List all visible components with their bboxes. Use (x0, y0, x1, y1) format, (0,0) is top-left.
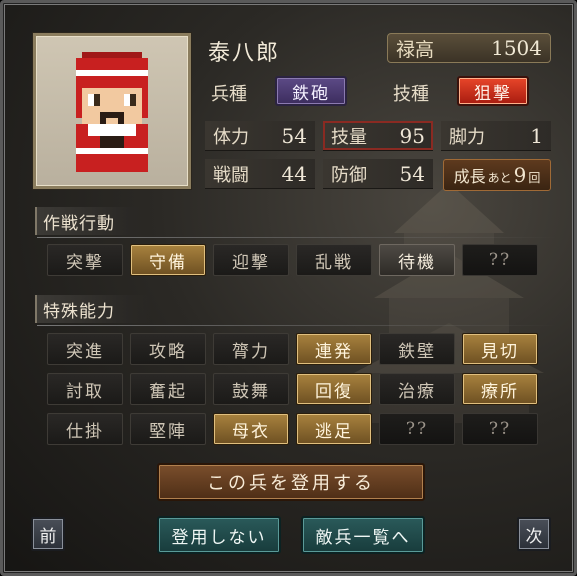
stat-stamina-value: 54 (281, 123, 307, 148)
prev-button[interactable]: 前 (31, 517, 65, 551)
tactics-section-title: 作戦行動 (35, 207, 557, 238)
stat-legs: 脚力 1 (441, 121, 551, 151)
ability-kaifuku[interactable]: 回復 (296, 373, 372, 405)
growth-label: 成長 (453, 167, 486, 186)
stat-defense-label: 防御 (331, 164, 367, 186)
unit-portrait (33, 33, 191, 189)
ability-renpatsu[interactable]: 連発 (296, 333, 372, 365)
ability-kenjin[interactable]: 堅陣 (130, 413, 206, 445)
ability-mikiri[interactable]: 見切 (462, 333, 538, 365)
troop-type-label: 兵種 (211, 84, 247, 105)
abilities-section-title: 特殊能力 (35, 295, 557, 326)
stat-stamina-label: 体力 (213, 126, 249, 148)
troop-type-badge: 鉄砲 (275, 76, 347, 106)
growth-counter: 成長 あと 9 回 (443, 159, 551, 191)
ability-teppeki[interactable]: 鉄壁 (379, 333, 455, 365)
decline-button[interactable]: 登用しない (157, 516, 281, 554)
ability-shikake[interactable]: 仕掛 (47, 413, 123, 445)
stipend-label: 禄高 (396, 38, 435, 61)
ability-unknown-1[interactable]: ?? (379, 413, 455, 445)
next-button[interactable]: 次 (517, 517, 551, 551)
stat-skill-value: 95 (399, 123, 425, 148)
ability-tosshin[interactable]: 突進 (47, 333, 123, 365)
stat-skill-label: 技量 (331, 126, 367, 148)
soldier-portrait-icon (76, 52, 148, 172)
tactic-unknown[interactable]: ?? (462, 244, 538, 276)
stat-combat-label: 戦闘 (213, 164, 249, 186)
recruit-button[interactable]: この兵を登用する (157, 463, 425, 501)
ability-ryoryoku[interactable]: 膂力 (213, 333, 289, 365)
stat-legs-value: 1 (530, 123, 543, 148)
ability-koryaku[interactable]: 攻略 (130, 333, 206, 365)
ability-ryosho[interactable]: 療所 (462, 373, 538, 405)
stat-defense: 防御 54 (323, 159, 433, 189)
unit-name: 泰八郎 (208, 41, 281, 66)
ability-funki[interactable]: 奮起 (130, 373, 206, 405)
stat-defense-value: 54 (399, 161, 425, 186)
skill-type-label: 技種 (393, 84, 429, 105)
stat-skill: 技量 95 (323, 121, 433, 151)
tactic-charge[interactable]: 突撃 (47, 244, 123, 276)
ability-uchitori[interactable]: 討取 (47, 373, 123, 405)
stipend-box: 禄高 1504 (387, 33, 551, 63)
ability-unknown-2[interactable]: ?? (462, 413, 538, 445)
tactic-standby[interactable]: 待機 (379, 244, 455, 276)
ability-nigeashi[interactable]: 逃足 (296, 413, 372, 445)
ability-horo[interactable]: 母衣 (213, 413, 289, 445)
growth-remaining-label: あと (487, 171, 512, 185)
tactic-melee[interactable]: 乱戦 (296, 244, 372, 276)
ability-chiryo[interactable]: 治療 (379, 373, 455, 405)
growth-unit: 回 (528, 171, 541, 185)
growth-count: 9 (513, 163, 527, 187)
enemy-list-button[interactable]: 敵兵一覧へ (301, 516, 425, 554)
ability-bu[interactable]: 鼓舞 (213, 373, 289, 405)
stat-combat: 戦闘 44 (205, 159, 315, 189)
tactic-defend[interactable]: 守備 (130, 244, 206, 276)
unit-detail-window: 泰八郎 禄高 1504 兵種 鉄砲 技種 狙撃 体力 54 技量 95 脚力 1… (0, 0, 577, 576)
skill-type-badge: 狙撃 (457, 76, 529, 106)
stat-combat-value: 44 (281, 161, 307, 186)
stat-legs-label: 脚力 (449, 126, 485, 148)
tactic-intercept[interactable]: 迎撃 (213, 244, 289, 276)
stipend-value: 1504 (491, 36, 542, 60)
stat-stamina: 体力 54 (205, 121, 315, 151)
